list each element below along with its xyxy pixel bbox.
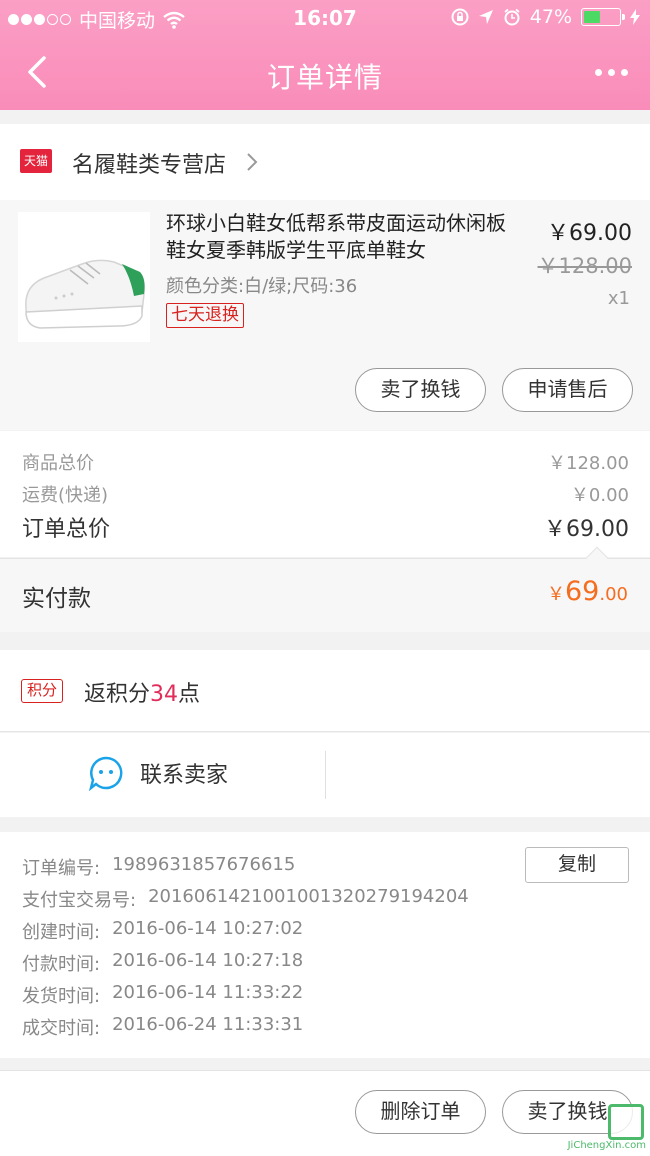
alipay-number: 2016061421001001320279194204	[148, 886, 469, 907]
info-label: 成交时间:	[22, 1018, 101, 1039]
info-label: 支付宝交易号:	[22, 890, 137, 911]
goods-total-value: ￥128.00	[548, 453, 629, 474]
order-number: 1989631857676615	[112, 854, 296, 875]
battery-icon	[581, 8, 625, 26]
info-label: 发货时间:	[22, 986, 101, 1007]
created-time: 2016-06-14 10:27:02	[112, 918, 304, 939]
delete-order-button[interactable]: 删除订单	[355, 1090, 486, 1134]
charging-bolt-icon	[630, 9, 640, 25]
rotation-lock-icon	[451, 8, 469, 26]
paid-time-row: 付款时间: 2016-06-14 10:27:18	[22, 950, 303, 976]
amount-paid-value: ￥69.00	[547, 576, 628, 607]
copy-button[interactable]: 复制	[525, 847, 629, 883]
points-text: 返积分34点	[84, 676, 200, 708]
nav-bar: 订单详情	[0, 38, 650, 110]
watermark-logo-icon	[608, 1104, 644, 1140]
goods-total-label: 商品总价	[22, 453, 94, 474]
product-card[interactable]: 环球小白鞋女低帮系带皮面运动休闲板鞋女夏季韩版学生平底单鞋女 颜色分类:白/绿;…	[0, 200, 650, 430]
status-bar: 中国移动 16:07 47%	[0, 0, 650, 36]
points-suffix: 点	[178, 682, 201, 707]
location-arrow-icon	[478, 10, 493, 24]
amount-paid-row: 实付款 ￥69.00	[0, 546, 650, 632]
amount-decimal: .00	[599, 584, 628, 605]
alipay-number-row: 支付宝交易号: 2016061421001001320279194204	[22, 886, 469, 912]
points-number: 34	[150, 682, 179, 707]
order-info: 订单编号: 1989631857676615 复制 支付宝交易号: 201606…	[0, 832, 650, 1058]
paid-time: 2016-06-14 10:27:18	[112, 950, 304, 971]
resell-button[interactable]: 卖了换钱	[355, 368, 486, 412]
goods-total-row: 商品总价 ￥128.00	[22, 449, 629, 475]
product-spec: 颜色分类:白/绿;尺码:36	[166, 276, 358, 297]
contact-seller-button[interactable]: 联系卖家	[88, 755, 228, 791]
order-total-row: 订单总价 ￥69.00	[22, 511, 629, 543]
shipping-label: 运费(快递)	[22, 485, 109, 506]
product-price: ￥69.00	[547, 221, 632, 246]
product-thumbnail[interactable]	[18, 212, 150, 342]
info-label: 订单编号:	[22, 858, 101, 879]
product-title[interactable]: 环球小白鞋女低帮系带皮面运动休闲板鞋女夏季韩版学生平底单鞋女	[166, 210, 516, 264]
cost-summary: 商品总价 ￥128.00 运费(快递) ￥0.00 订单总价 ￥69.00	[0, 431, 650, 557]
more-options-icon[interactable]	[592, 60, 630, 84]
order-total-value: ￥69.00	[544, 517, 629, 542]
shop-name[interactable]: 名履鞋类专营店	[72, 147, 226, 179]
chevron-right-icon	[247, 153, 258, 171]
order-total-label: 订单总价	[22, 517, 111, 542]
page-title: 订单详情	[266, 61, 383, 94]
contact-seller-label: 联系卖家	[140, 763, 229, 788]
order-number-row: 订单编号: 1989631857676615	[22, 854, 295, 880]
watermark-text: JiChengXin.com	[567, 1140, 646, 1151]
divider	[325, 751, 326, 799]
closed-time-row: 成交时间: 2016-06-24 11:33:31	[22, 1014, 303, 1040]
info-label: 付款时间:	[22, 954, 101, 975]
chat-bubble-icon	[88, 756, 123, 791]
points-row: 积分 返积分34点	[0, 650, 650, 732]
original-price: ￥128.00	[537, 254, 632, 278]
return-policy-badge: 七天退换	[166, 303, 244, 328]
app-header: 中国移动 16:07 47% 订单详情	[0, 0, 650, 110]
shipping-value: ￥0.00	[570, 485, 629, 506]
info-label: 创建时间:	[22, 922, 101, 943]
product-quantity: x1	[607, 288, 630, 309]
amount-paid-label: 实付款	[22, 586, 91, 612]
shipped-time-row: 发货时间: 2016-06-14 11:33:22	[22, 982, 303, 1008]
site-watermark	[608, 1104, 644, 1140]
shipped-time: 2016-06-14 11:33:22	[112, 982, 304, 1003]
contact-row: 联系卖家	[0, 733, 650, 817]
after-sales-button[interactable]: 申请售后	[502, 368, 633, 412]
battery-percent: 47%	[529, 6, 572, 28]
shop-row[interactable]: 天猫 名履鞋类专营店	[0, 124, 650, 200]
alarm-icon	[504, 8, 520, 26]
bottom-action-bar: 删除订单 卖了换钱	[0, 1070, 650, 1156]
shipping-row: 运费(快递) ￥0.00	[22, 481, 629, 507]
closed-time: 2016-06-24 11:33:31	[112, 1014, 304, 1035]
created-time-row: 创建时间: 2016-06-14 10:27:02	[22, 918, 303, 944]
points-prefix: 返积分	[84, 682, 151, 707]
tmall-logo-icon: 天猫	[20, 149, 52, 173]
points-badge: 积分	[21, 679, 63, 703]
currency-symbol: ￥	[547, 584, 565, 605]
amount-integer: 69	[565, 576, 600, 607]
sneaker-image	[25, 259, 146, 329]
